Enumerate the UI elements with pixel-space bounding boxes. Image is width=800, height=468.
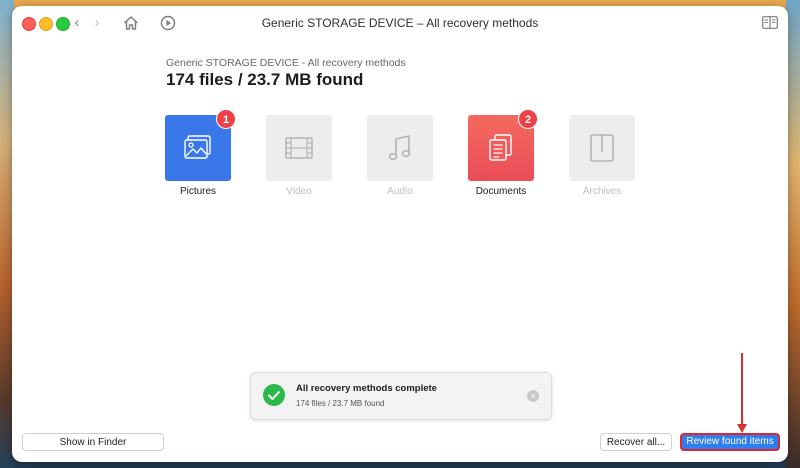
- film-icon: [285, 137, 313, 159]
- pictures-count-badge: 1: [216, 109, 236, 129]
- category-tile-audio[interactable]: [367, 115, 433, 181]
- recover-all-button[interactable]: Recover all...: [600, 433, 672, 451]
- category-tile-video[interactable]: [266, 115, 332, 181]
- close-notification-icon[interactable]: ×: [527, 390, 539, 402]
- category-label-documents: Documents: [475, 186, 527, 197]
- scan-summary-title: 174 files / 23.7 MB found: [166, 70, 364, 89]
- document-icon: [489, 134, 512, 161]
- notification-detail: 174 files / 23.7 MB found: [296, 399, 385, 408]
- notification-title: All recovery methods complete: [296, 383, 437, 394]
- annotation-arrow-shaft: [741, 353, 743, 427]
- archive-icon: [590, 134, 614, 162]
- success-check-icon: [263, 384, 285, 406]
- desktop-wallpaper-right: [786, 0, 800, 468]
- scan-subtitle: Generic STORAGE DEVICE - All recovery me…: [166, 57, 406, 69]
- app-window: ‹ › Generic STORAGE DEVICE – All recover…: [12, 6, 788, 462]
- annotation-arrow-head: [737, 424, 747, 433]
- scan-complete-notification: All recovery methods complete 174 files …: [250, 372, 552, 420]
- review-found-items-button[interactable]: Review found items: [680, 433, 780, 451]
- sidebar-toggle-icon[interactable]: [762, 16, 778, 29]
- titlebar: ‹ › Generic STORAGE DEVICE – All recover…: [12, 6, 788, 40]
- window-title: Generic STORAGE DEVICE – All recovery me…: [261, 16, 539, 30]
- show-in-finder-button[interactable]: Show in Finder: [22, 433, 164, 451]
- category-tile-archives[interactable]: [569, 115, 635, 181]
- category-label-video: Video: [286, 186, 312, 197]
- documents-count-badge: 2: [518, 109, 538, 129]
- category-label-archives: Archives: [582, 186, 622, 197]
- category-label-audio: Audio: [387, 186, 413, 197]
- category-label-pictures: Pictures: [179, 186, 217, 197]
- music-note-icon: [388, 135, 411, 161]
- picture-icon: [184, 135, 211, 159]
